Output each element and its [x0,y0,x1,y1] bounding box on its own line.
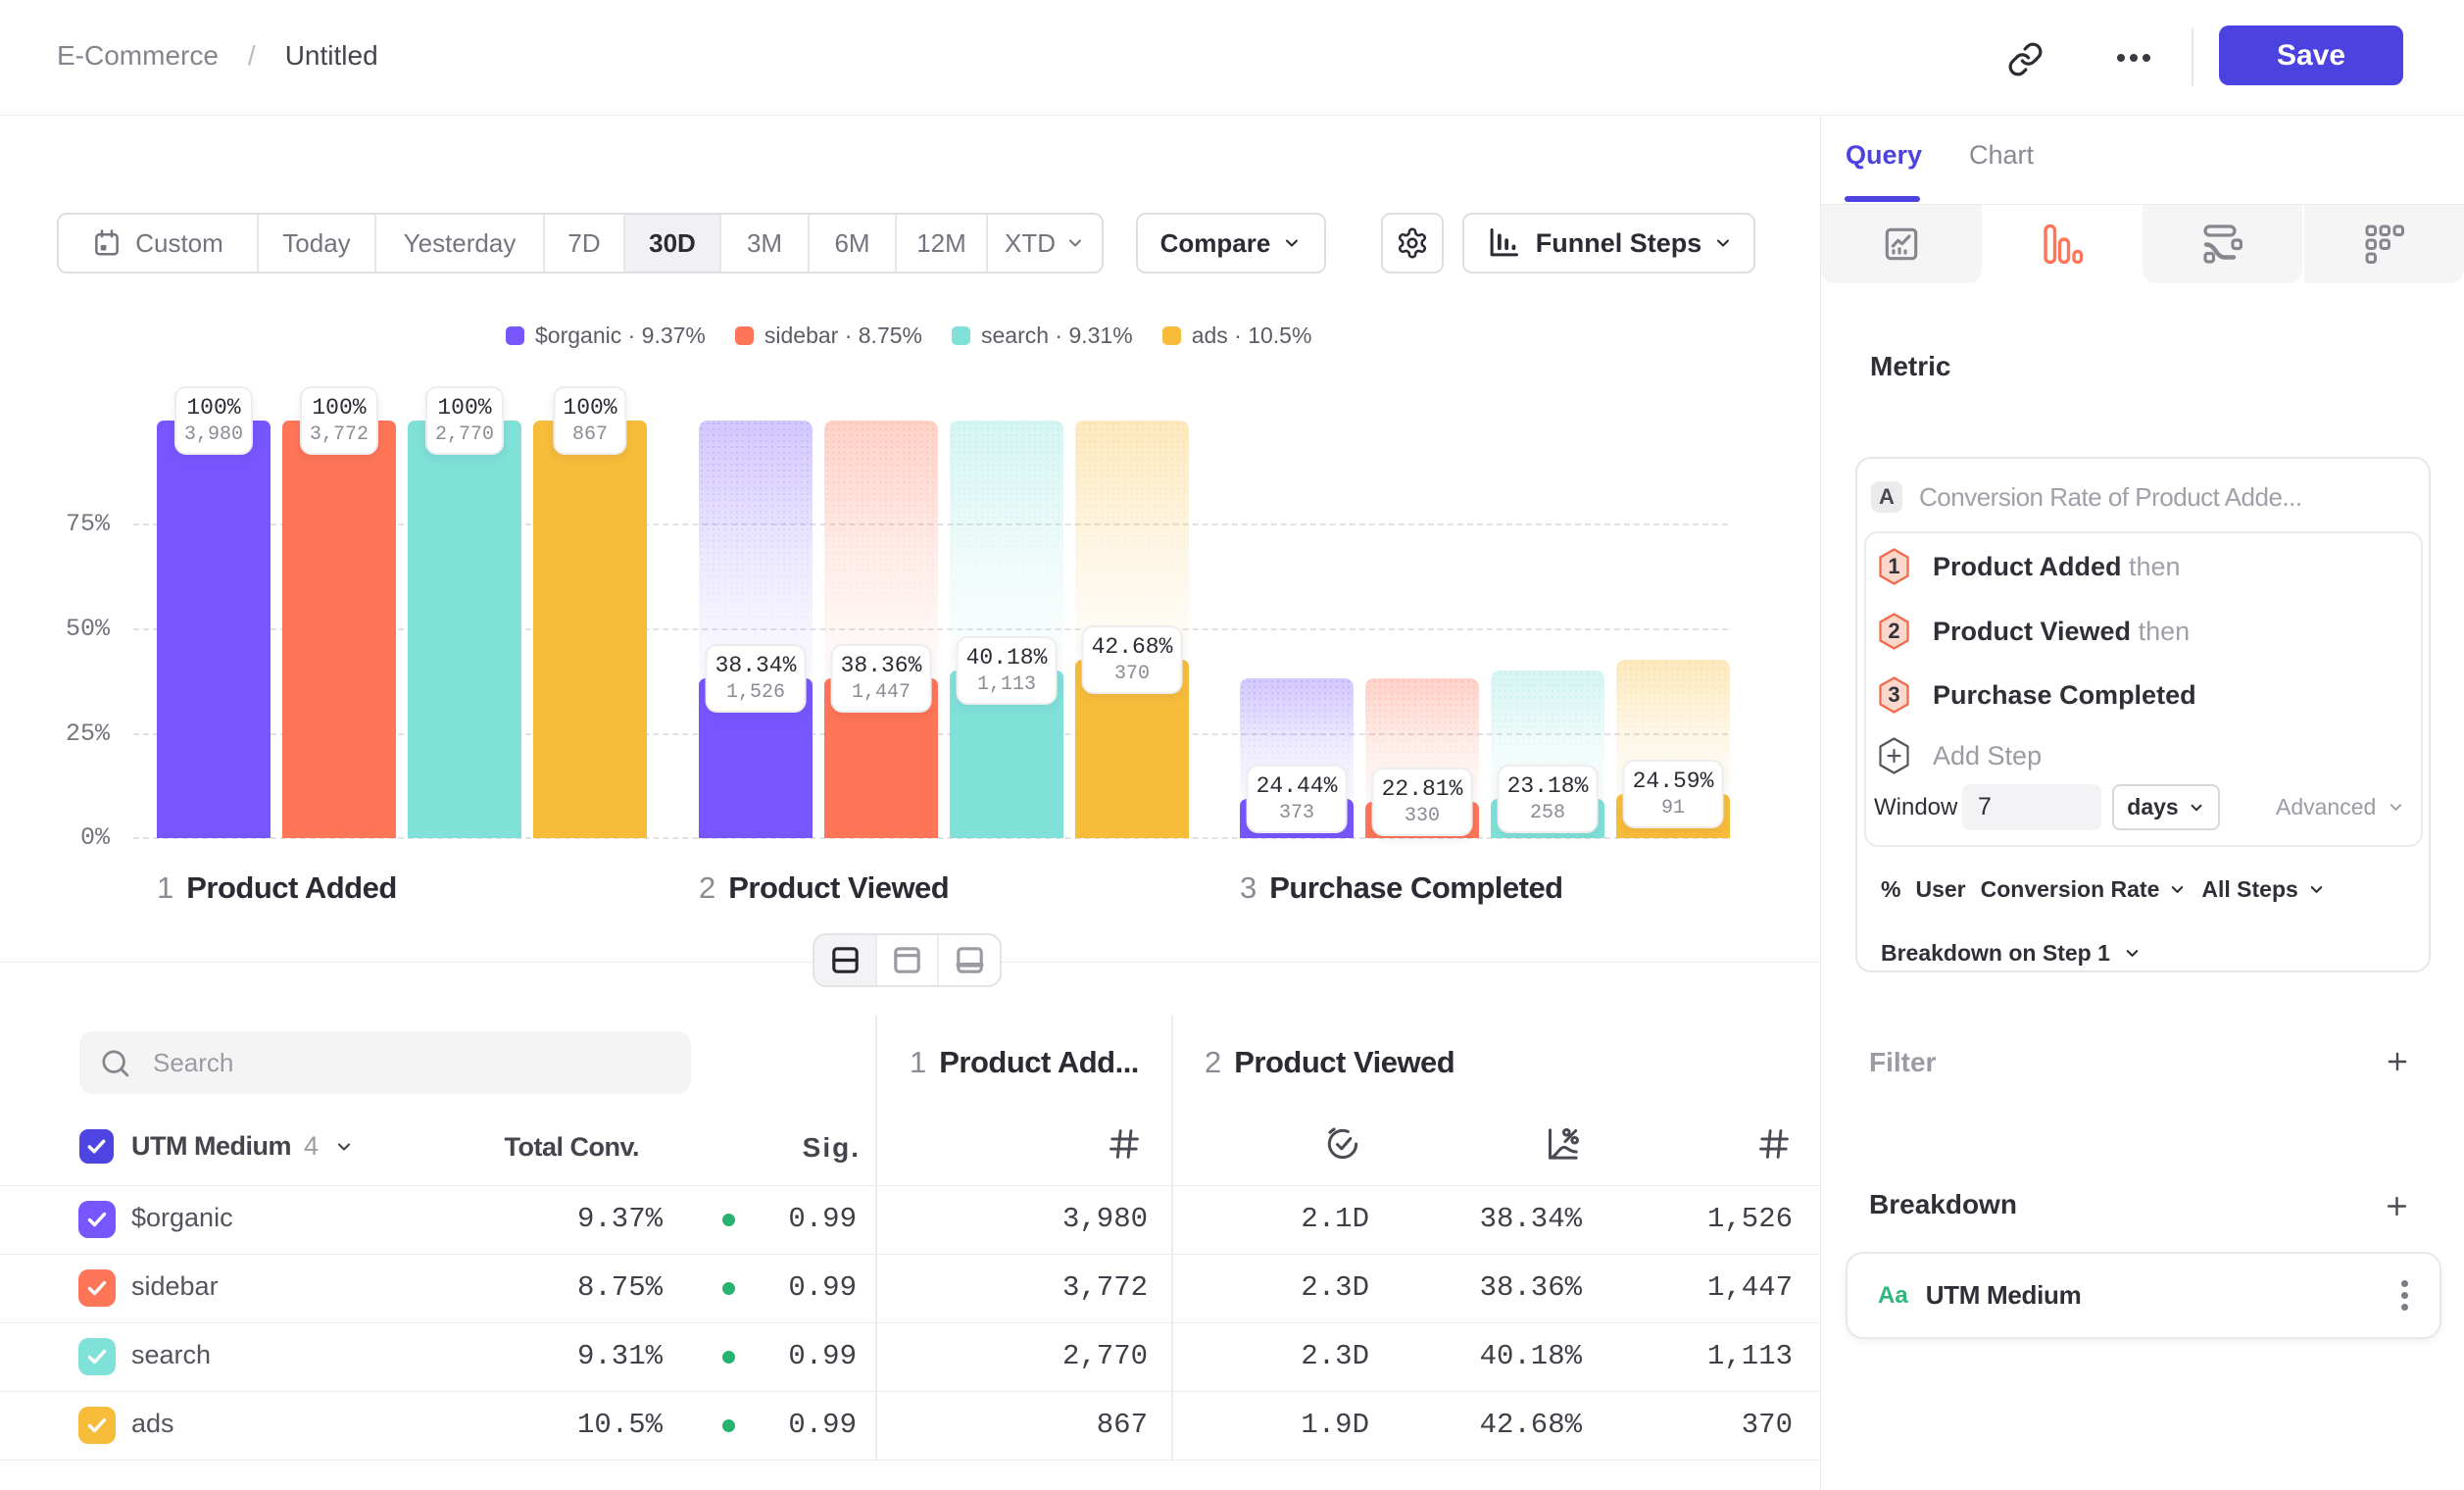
svg-text:1: 1 [1888,554,1899,578]
svg-text:3: 3 [1888,682,1899,707]
svg-text:2: 2 [1888,619,1899,643]
